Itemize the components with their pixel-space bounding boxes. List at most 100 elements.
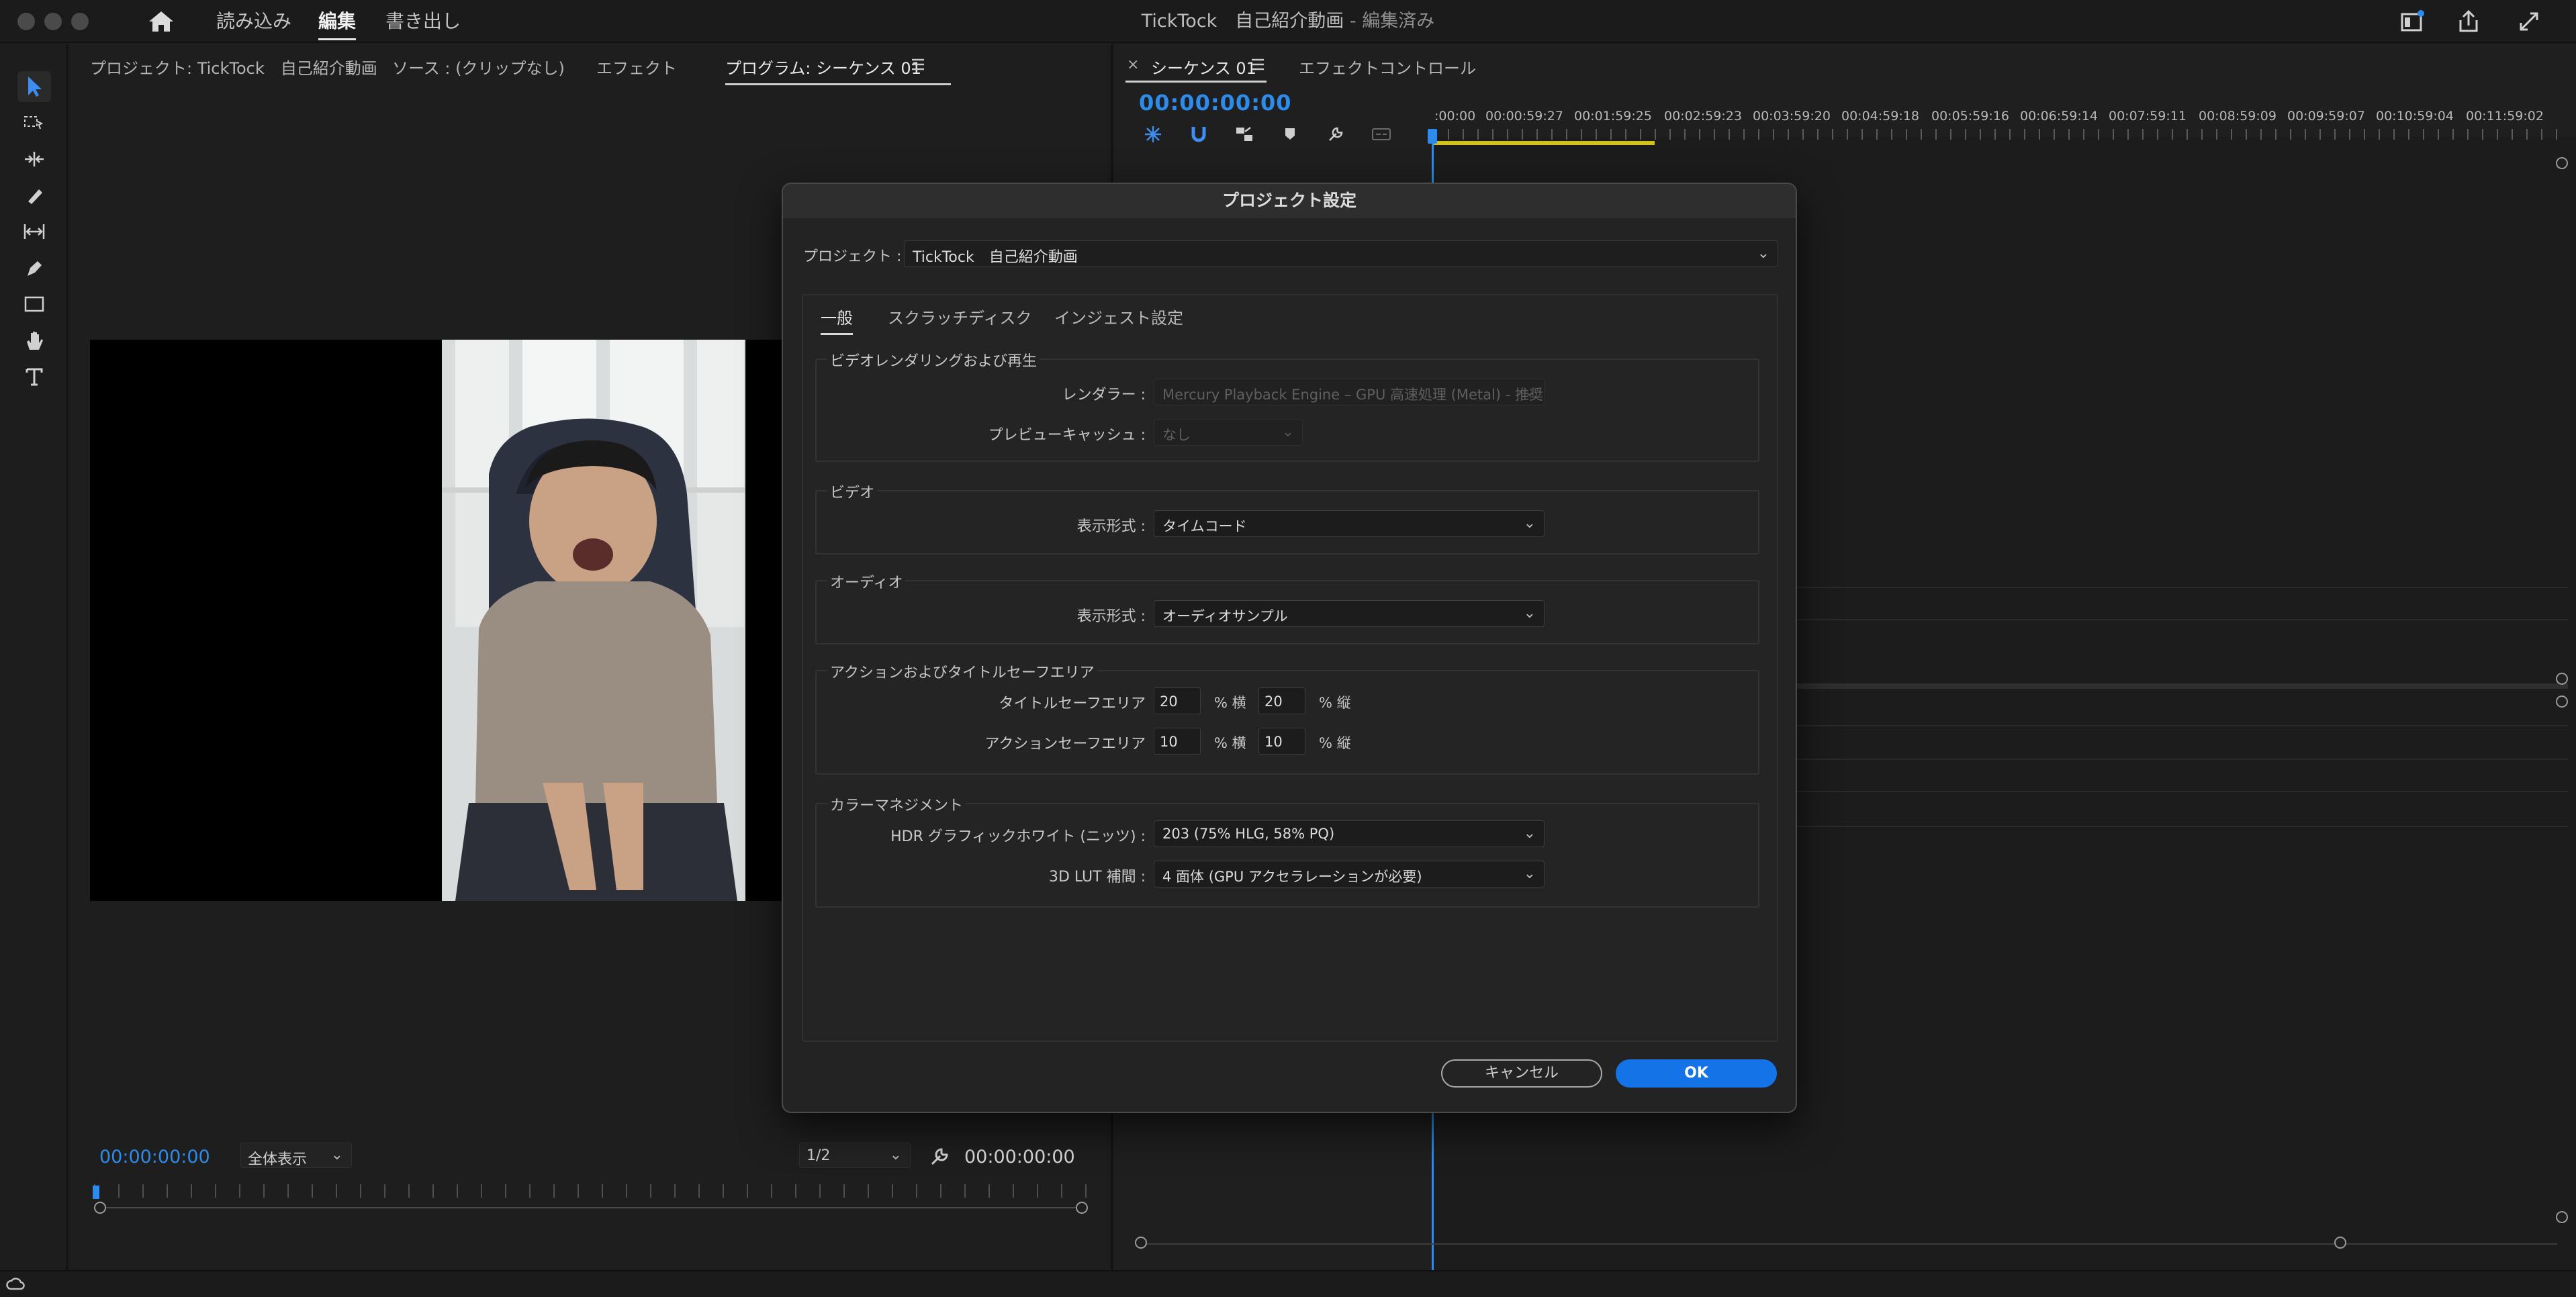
ruler-label: 00:02:59:23 [1664,109,1742,124]
preview-cache-value: なし [1162,427,1191,443]
project-select[interactable]: TickTock 自己紹介動画 ⌄ [904,240,1778,267]
zoom-handle-right[interactable] [1076,1202,1088,1214]
close-tab-icon[interactable]: × [1127,56,1139,73]
tab-project[interactable]: プロジェクト: TickTock 自己紹介動画 [90,55,377,79]
lut-interpolation-select[interactable]: 4 面体 (GPU アクセラレーションが必要) ⌄ [1154,861,1545,887]
title-safe-horizontal-input[interactable]: 20 [1154,687,1201,714]
project-select-value: TickTock 自己紹介動画 [913,249,1078,266]
tab-ingest-settings[interactable]: インジェスト設定 [1054,305,1183,328]
type-tool-icon[interactable] [17,361,51,392]
playhead-marker[interactable] [93,1186,99,1199]
window-minimize-button[interactable] [44,13,62,30]
home-icon[interactable] [146,9,176,34]
tab-source[interactable]: ソース : (クリップなし) [392,55,565,79]
add-marker-icon[interactable] [1275,119,1305,149]
cancel-button[interactable]: キャンセル [1441,1059,1602,1088]
workspace-icon[interactable] [2399,8,2426,35]
vscroll-bottom-handle[interactable] [2556,1211,2568,1223]
chevron-down-icon: ⌄ [1523,515,1536,532]
title-safe-vertical-input[interactable]: 20 [1258,687,1305,714]
renderer-select[interactable]: Mercury Playback Engine – GPU 高速処理 (Meta… [1154,379,1545,405]
monitor-time-ruler[interactable] [93,1184,1088,1214]
fullscreen-icon[interactable] [2516,8,2542,35]
vscroll-handle[interactable] [2556,695,2568,708]
zoom-scroll-bar[interactable] [94,1207,1088,1208]
timeline-ruler-ticks[interactable] [1433,129,2561,140]
hscroll-right-handle[interactable] [2334,1237,2346,1249]
window-close-button[interactable] [17,13,35,30]
video-format-value: タイムコード [1162,518,1247,534]
nav-export[interactable]: 書き出し [385,8,461,35]
ruler-label: 00:00:59:27 [1485,109,1563,124]
vscroll-top-handle[interactable] [2556,157,2568,169]
tab-general[interactable]: 一般 [821,305,853,335]
unit-horizontal: % 横 [1214,695,1246,711]
nav-import[interactable]: 読み込み [216,8,291,35]
group-title: ビデオ [827,481,878,502]
unit-vertical: % 縦 [1319,695,1351,711]
hscroll-left-handle[interactable] [1135,1237,1147,1249]
nest-sequences-icon[interactable] [1138,119,1168,149]
slip-tool-icon[interactable] [17,216,51,247]
zoom-handle-left[interactable] [94,1202,106,1214]
tab-effects[interactable]: エフェクト [596,55,677,79]
renderer-value: Mercury Playback Engine – GPU 高速処理 (Meta… [1162,387,1543,403]
ripple-edit-tool-icon[interactable] [17,144,51,175]
linked-selection-icon[interactable] [1229,119,1260,149]
tab-sequence[interactable]: シーケンス 01 [1151,55,1256,79]
tab-program[interactable]: プログラム: シーケンス 01 [725,55,951,85]
playhead-timecode[interactable]: 00:00:00:00 [99,1145,210,1169]
monitor-tabs: プロジェクト: TickTock 自己紹介動画 ソース : (クリップなし) エ… [71,44,1107,85]
resolution-select[interactable]: 1/2 ⌄ [799,1143,911,1168]
duration-timecode: 00:00:00:00 [964,1147,1075,1167]
panel-menu-icon[interactable] [911,58,925,74]
title-safe-row: タイトルセーフエリア 20 % 横 20 % 縦 [817,687,1758,714]
vscroll-handle[interactable] [2556,673,2568,685]
ruler-label: 00:07:59:11 [2109,109,2187,124]
share-icon[interactable] [2455,8,2482,35]
selection-tool-icon[interactable] [17,71,51,102]
nav-edit[interactable]: 編集 [318,8,357,40]
action-safe-label: アクションセーフエリア [984,736,1146,753]
audio-group: オーディオ 表示形式 : オーディオサンプル ⌄ [815,571,1759,644]
app-title-status: - 編集済み [1344,11,1435,32]
tab-effect-controls[interactable]: エフェクトコントロール [1299,55,1476,79]
ruler-label: 00:11:59:02 [2466,109,2544,124]
chevron-down-icon: ⌄ [1523,605,1536,622]
tools-panel [0,44,68,1270]
settings-content: 一般 スクラッチディスク インジェスト設定 ビデオレンダリングおよび再生 レンダ… [802,294,1778,1042]
ruler-label: 00:10:59:04 [2376,109,2454,124]
work-area-bar[interactable] [1433,141,1655,145]
creative-cloud-icon[interactable] [5,1276,26,1296]
lut-interpolation-row: 3D LUT 補間 : 4 面体 (GPU アクセラレーションが必要) ⌄ [817,861,1758,887]
app-title-project: TickTock 自己紹介動画 [1141,11,1344,32]
window-zoom-button[interactable] [71,13,89,30]
timeline-settings-wrench-icon[interactable] [1320,119,1351,149]
hdr-white-value: 203 (75% HLG, 58% PQ) [1162,826,1335,842]
chevron-down-icon: ⌄ [1281,424,1294,440]
audio-format-select[interactable]: オーディオサンプル ⌄ [1154,600,1545,627]
rectangle-tool-icon[interactable] [17,289,51,320]
track-select-tool-icon[interactable] [17,107,51,138]
action-safe-vertical-input[interactable]: 10 [1258,728,1305,755]
pen-tool-icon[interactable] [17,252,51,283]
chevron-down-icon: ⌄ [330,1147,343,1163]
action-safe-horizontal-input[interactable]: 10 [1154,728,1201,755]
tab-scratch-disks[interactable]: スクラッチディスク [888,305,1031,328]
captions-icon[interactable] [1366,119,1397,149]
ruler-label: 00:04:59:18 [1841,109,1919,124]
panel-menu-icon[interactable] [1250,58,1265,74]
razor-tool-icon[interactable] [17,180,51,211]
timeline-timecode[interactable]: 00:00:00:00 [1139,90,1292,115]
project-row: プロジェクト : TickTock 自己紹介動画 ⌄ [803,240,1778,267]
ok-button[interactable]: OK [1616,1059,1777,1088]
video-format-row: 表示形式 : タイムコード ⌄ [817,510,1758,537]
snap-magnet-icon[interactable] [1183,119,1214,149]
settings-wrench-icon[interactable] [928,1145,951,1171]
hand-tool-icon[interactable] [17,325,51,356]
zoom-select[interactable]: 全体表示 ⌄ [240,1143,352,1168]
hdr-white-select[interactable]: 203 (75% HLG, 58% PQ) ⌄ [1154,820,1545,847]
ruler-label: 00:09:59:07 [2287,109,2365,124]
preview-cache-select[interactable]: なし ⌄ [1154,419,1303,446]
video-format-select[interactable]: タイムコード ⌄ [1154,510,1545,537]
